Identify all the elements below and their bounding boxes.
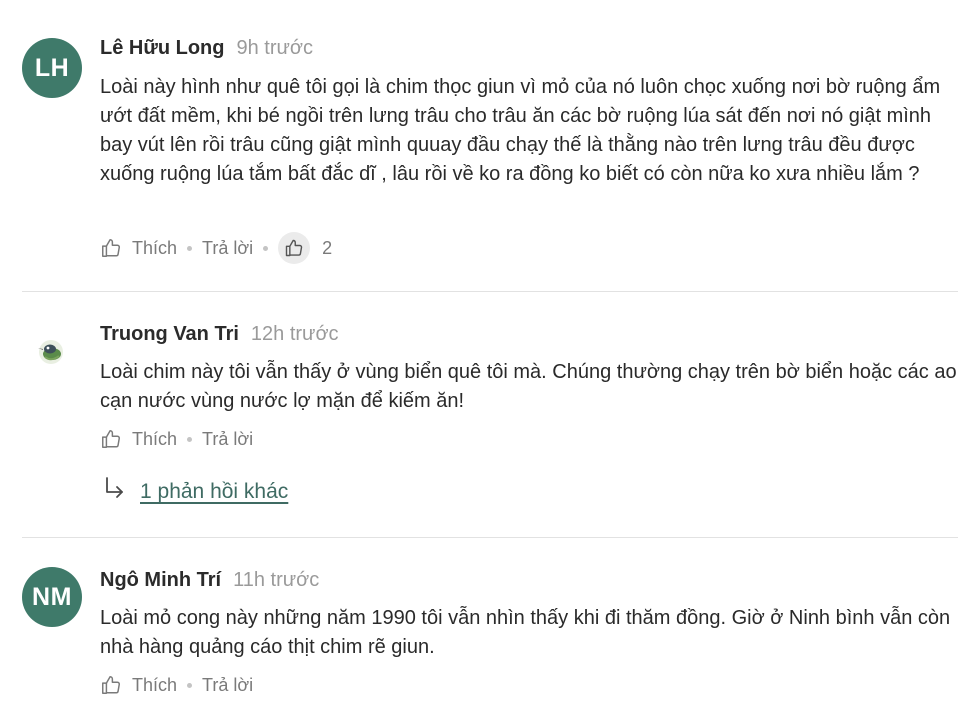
like-button[interactable]: Thích	[100, 237, 177, 259]
comment-actions: Thích Trả lời 2	[100, 232, 332, 264]
replies-label: 1 phản hồi khác	[140, 480, 289, 503]
reply-button[interactable]: Trả lời	[202, 429, 253, 450]
thumbs-up-icon	[100, 428, 122, 450]
like-label: Thích	[132, 237, 178, 258]
avatar[interactable]: NM	[22, 567, 82, 627]
avatar[interactable]	[36, 337, 66, 367]
reply-button[interactable]: Trả lời	[202, 675, 253, 696]
like-button[interactable]: Thích	[100, 674, 177, 696]
author-name[interactable]: Ngô Minh Trí	[100, 569, 221, 592]
comment-text: Loài này hình như quê tôi gọi là chim th…	[100, 76, 941, 185]
like-count: 2	[322, 237, 333, 258]
divider	[22, 537, 958, 538]
bird-avatar-icon	[38, 340, 63, 364]
comment-text: Loài chim này tôi vẫn thấy ở vùng biển q…	[100, 361, 957, 412]
like-label: Thích	[132, 428, 178, 449]
view-replies-link[interactable]: 1 phản hồi khác	[104, 476, 288, 508]
thumbs-up-icon	[100, 237, 122, 259]
author-name[interactable]: Lê Hữu Long	[100, 37, 224, 60]
separator-dot	[187, 436, 193, 442]
timestamp: 12h trước	[250, 323, 339, 345]
thumbs-up-icon	[278, 232, 311, 264]
comment-header: Truong Van Tri 12h trước	[100, 323, 339, 346]
comment-text: Loài mỏ cong này những năm 1990 tôi vẫn …	[100, 607, 951, 658]
reply-button[interactable]: Trả lời	[202, 238, 253, 259]
like-label: Thích	[132, 674, 178, 695]
separator-dot	[187, 245, 193, 251]
comment-list: LH Lê Hữu Long 9h trước Loài này hình nh…	[0, 0, 980, 712]
separator-dot	[263, 245, 269, 251]
like-button[interactable]: Thích	[100, 428, 177, 450]
timestamp: 9h trước	[236, 37, 313, 59]
author-name[interactable]: Truong Van Tri	[100, 323, 239, 346]
separator-dot	[187, 682, 193, 688]
avatar[interactable]: LH	[22, 38, 82, 98]
timestamp: 11h trước	[233, 569, 320, 591]
comment-actions: Thích Trả lời	[100, 674, 253, 696]
comment-actions: Thích Trả lời	[100, 428, 253, 450]
comment-header: Lê Hữu Long 9h trước	[100, 37, 313, 60]
reply-arrow-icon	[104, 476, 126, 508]
comment-header: Ngô Minh Trí 11h trước	[100, 569, 319, 592]
divider	[22, 291, 958, 292]
like-count-badge[interactable]: 2	[278, 232, 332, 264]
thumbs-up-icon	[100, 674, 122, 696]
